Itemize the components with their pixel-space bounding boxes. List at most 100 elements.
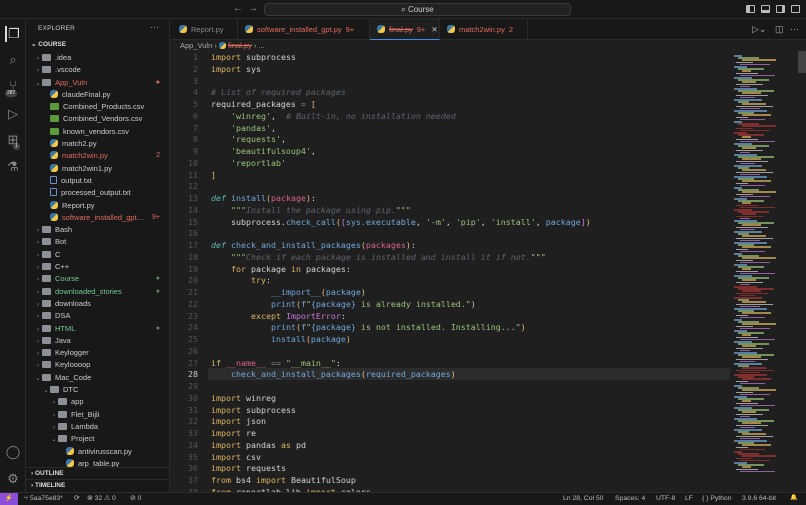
- code-line[interactable]: required_packages = [: [211, 99, 316, 109]
- sync-icon[interactable]: ⟳: [74, 493, 80, 504]
- code-line[interactable]: from bs4 import BeautifulSoup: [211, 475, 356, 485]
- code-editor[interactable]: 1import subprocess2import sys34# List of…: [170, 51, 730, 492]
- tree-item[interactable]: claudeFinal.py: [26, 89, 170, 101]
- toggle-primary-sidebar-icon[interactable]: [746, 5, 755, 13]
- customize-layout-icon[interactable]: [791, 5, 800, 13]
- account-icon[interactable]: ◯: [5, 444, 21, 460]
- explorer-icon[interactable]: ❐: [5, 26, 21, 42]
- toggle-panel-icon[interactable]: [761, 5, 770, 13]
- minimap[interactable]: [730, 51, 806, 492]
- code-line[interactable]: 'beautifulsoup4',: [211, 146, 316, 156]
- tree-item[interactable]: ›.idea: [26, 52, 170, 64]
- tab-match2win-py[interactable]: match2win.py2: [440, 19, 528, 40]
- tree-item[interactable]: processed_output.txt: [26, 187, 170, 199]
- code-line[interactable]: import json: [211, 416, 266, 426]
- tree-item[interactable]: output.txt: [26, 175, 170, 187]
- tree-item[interactable]: ›Keyloooop: [26, 359, 170, 371]
- tab-software_installed_gpt-py[interactable]: software_installed_gpt.py9+: [238, 19, 370, 40]
- remote-indicator[interactable]: ⚡: [0, 493, 18, 505]
- code-line[interactable]: __import__(package): [211, 287, 366, 297]
- split-editor-button[interactable]: ◫: [775, 24, 784, 35]
- tab-final-py[interactable]: final.py9+✕: [370, 19, 440, 40]
- tree-item[interactable]: ›Java: [26, 335, 170, 347]
- code-line[interactable]: 'winreg', # Built-in, no installation ne…: [211, 111, 456, 121]
- encoding[interactable]: UTF-8: [656, 493, 675, 504]
- code-line[interactable]: 'reportlab': [211, 158, 286, 168]
- code-line[interactable]: if __name__ == "__main__":: [211, 358, 341, 368]
- notifications-bell-icon[interactable]: 🔔: [790, 493, 797, 504]
- code-line[interactable]: ]: [211, 170, 216, 180]
- search-icon[interactable]: ⌕: [5, 52, 21, 68]
- tree-item[interactable]: match2win1.py: [26, 163, 170, 175]
- code-line[interactable]: def check_and_install_packages(packages)…: [211, 240, 416, 250]
- testing-icon[interactable]: ⚗: [5, 159, 21, 175]
- code-line[interactable]: install(package): [211, 334, 351, 344]
- code-line[interactable]: # List of required packages: [211, 87, 346, 97]
- code-line[interactable]: try:: [211, 275, 271, 285]
- breadcrumb-symbol[interactable]: › ...: [254, 41, 265, 50]
- tree-item[interactable]: ›Lambda: [26, 421, 170, 433]
- code-line[interactable]: print(f"{package} is already installed."…: [211, 299, 476, 309]
- tree-item[interactable]: ⌄App_Vuln●: [26, 77, 170, 89]
- tree-item[interactable]: ⌄Project: [26, 433, 170, 445]
- code-line[interactable]: import sys: [211, 64, 261, 74]
- code-line[interactable]: 'pandas',: [211, 123, 276, 133]
- tree-item[interactable]: ›Flet_Bijli: [26, 409, 170, 421]
- indentation[interactable]: Spaces: 4: [615, 493, 645, 504]
- breadcrumb-folder[interactable]: App_Vuln: [180, 41, 212, 50]
- code-line[interactable]: import requests: [211, 463, 286, 473]
- toggle-secondary-sidebar-icon[interactable]: [776, 5, 785, 13]
- settings-gear-icon[interactable]: ⚙: [5, 471, 21, 487]
- code-line[interactable]: """Install the package using pip.""": [211, 205, 411, 215]
- tab-report-py[interactable]: Report.py: [172, 19, 238, 40]
- tree-item[interactable]: known_vendors.csv: [26, 126, 170, 138]
- code-line[interactable]: 'requests',: [211, 134, 286, 144]
- code-line[interactable]: check_and_install_packages(required_pack…: [211, 369, 456, 379]
- code-line[interactable]: import winreg: [211, 393, 276, 403]
- tree-item[interactable]: ›app: [26, 396, 170, 408]
- tree-item[interactable]: match2.py: [26, 138, 170, 150]
- ports-count[interactable]: ⊘ 0: [130, 493, 141, 504]
- outline-section[interactable]: › OUTLINE: [26, 467, 170, 479]
- editor-more-button[interactable]: ···: [790, 24, 799, 34]
- tree-item[interactable]: ›.vscode: [26, 64, 170, 76]
- tree-item[interactable]: match2win.py2: [26, 150, 170, 162]
- tree-item[interactable]: ›Bash: [26, 224, 170, 236]
- tree-item[interactable]: Combined_Vendors.csv: [26, 113, 170, 125]
- code-line[interactable]: import csv: [211, 452, 261, 462]
- end-of-line[interactable]: LF: [685, 493, 693, 504]
- tree-item[interactable]: software_installed_gpt....9+: [26, 212, 170, 224]
- tree-item[interactable]: ›downloaded_stories●: [26, 286, 170, 298]
- tree-item[interactable]: ⌄DTC: [26, 384, 170, 396]
- timeline-section[interactable]: › TIMELINE: [26, 479, 170, 491]
- tree-item[interactable]: ›HTML●: [26, 323, 170, 335]
- cursor-position[interactable]: Ln 28, Col 50: [563, 493, 603, 504]
- tree-item[interactable]: ›Bot: [26, 236, 170, 248]
- code-line[interactable]: except ImportError:: [211, 311, 346, 321]
- code-line[interactable]: """Check if each package is installed an…: [211, 252, 546, 262]
- code-line[interactable]: print(f"{package} is not installed. Inst…: [211, 322, 526, 332]
- code-line[interactable]: for package in packages:: [211, 264, 351, 274]
- course-folder-header[interactable]: ⌄ COURSE: [26, 39, 170, 51]
- run-debug-icon[interactable]: ▷: [5, 106, 21, 122]
- tree-item[interactable]: antivirusscan.py: [26, 446, 170, 458]
- code-line[interactable]: import subprocess: [211, 405, 296, 415]
- tree-item[interactable]: ⌄Mac_Code: [26, 372, 170, 384]
- close-tab-icon[interactable]: ✕: [431, 25, 437, 34]
- minimap-slider[interactable]: [798, 51, 806, 73]
- tree-item[interactable]: ›downloads: [26, 298, 170, 310]
- breadcrumb-file[interactable]: final.py: [228, 41, 252, 50]
- tree-item[interactable]: ›Keylogger: [26, 347, 170, 359]
- code-line[interactable]: import subprocess: [211, 52, 296, 62]
- tree-item[interactable]: ›C: [26, 249, 170, 261]
- more-actions-button[interactable]: ···: [150, 22, 159, 32]
- tree-item[interactable]: ›Course●: [26, 273, 170, 285]
- problems-count[interactable]: ⊗ 32 ⚠ 0: [87, 493, 116, 504]
- tree-item[interactable]: Report.py: [26, 200, 170, 212]
- code-line[interactable]: def install(package):: [211, 193, 316, 203]
- command-center-search[interactable]: ⌕ Course: [264, 3, 571, 16]
- git-branch[interactable]: ⑂ 5aa75e83*: [24, 493, 63, 504]
- back-button[interactable]: ←: [233, 3, 243, 14]
- language-mode[interactable]: { } Python: [702, 493, 731, 504]
- forward-button[interactable]: →: [248, 3, 258, 14]
